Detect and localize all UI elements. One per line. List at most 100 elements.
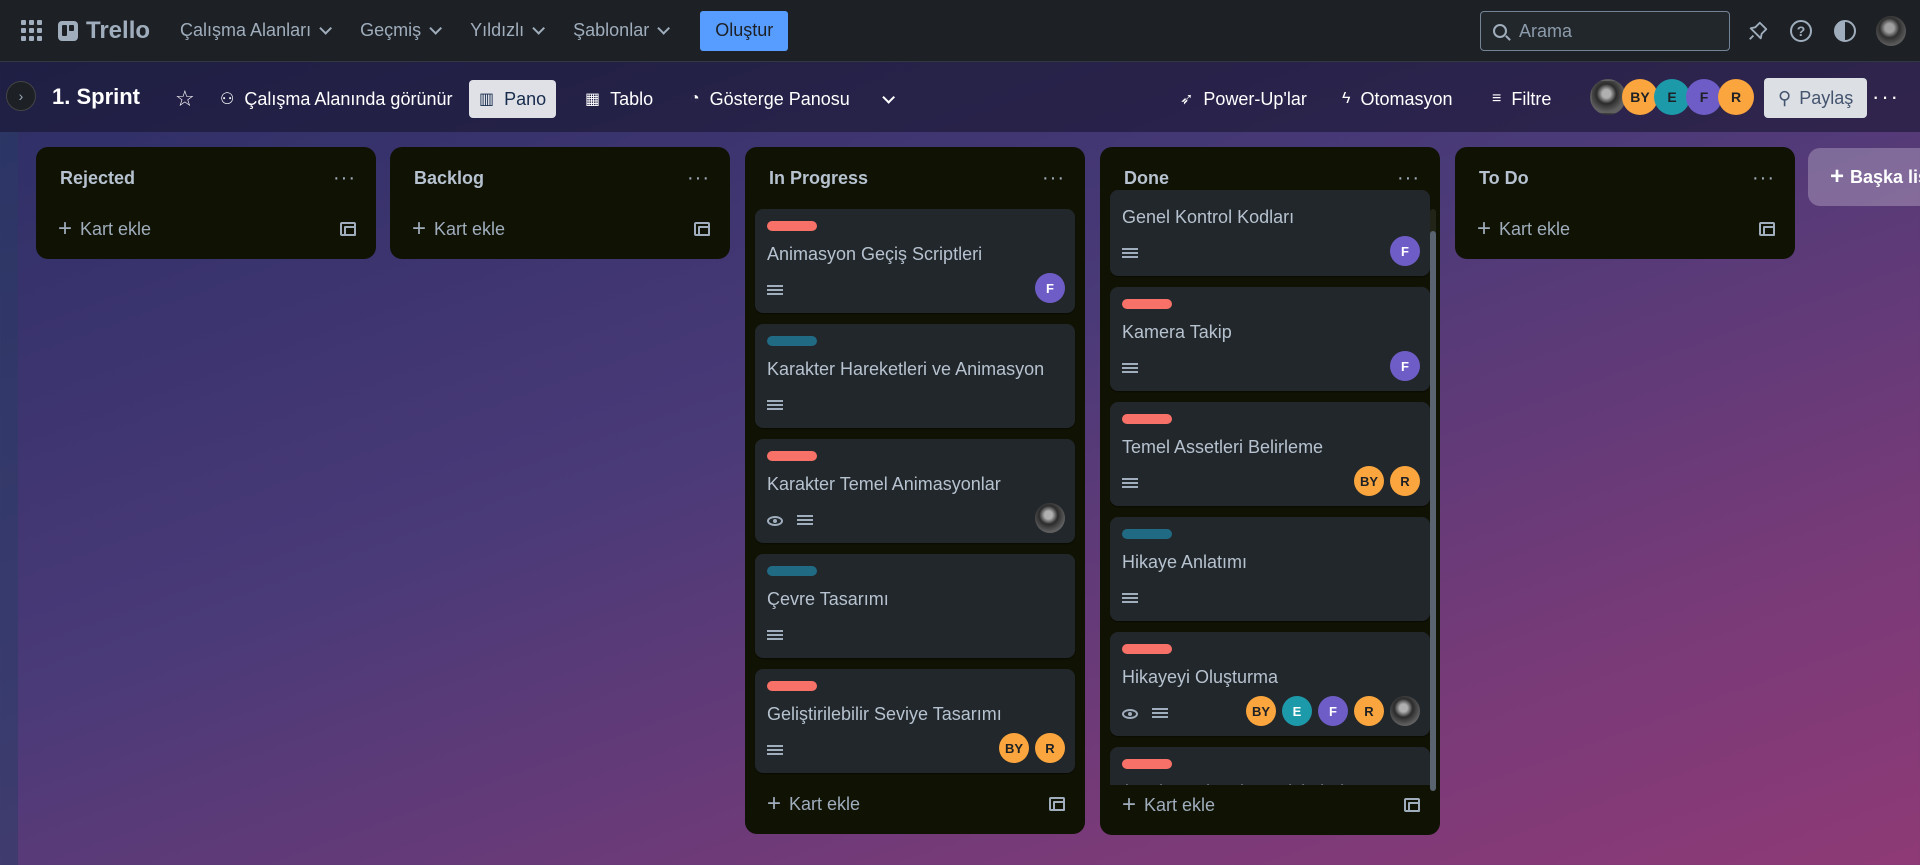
account-avatar[interactable]	[1876, 16, 1906, 46]
nav-workspaces[interactable]: Çalışma Alanları	[168, 13, 340, 49]
card[interactable]: Hikayeyi Oluşturma BY E F R	[1110, 632, 1430, 736]
share-button[interactable]: ⚲ Paylaş	[1764, 78, 1868, 118]
card[interactable]: Geliştirilebilir Seviye Tasarımı BY R	[755, 669, 1075, 773]
list-backlog[interactable]: Backlog ··· + Kart ekle	[390, 147, 730, 259]
card[interactable]: Hikaye Anlatımı	[1110, 517, 1430, 621]
card-label[interactable]	[767, 566, 817, 576]
member-avatar[interactable]	[1390, 696, 1420, 726]
bell-icon[interactable]	[1745, 18, 1771, 44]
automation-button[interactable]: ϟ Otomasyon	[1332, 80, 1463, 118]
board-member-avatar[interactable]: E	[1654, 79, 1690, 115]
search-input[interactable]	[1519, 20, 1709, 42]
board-member-avatar[interactable]: F	[1686, 79, 1722, 115]
member-avatar[interactable]	[1035, 503, 1065, 533]
card-label[interactable]	[1122, 529, 1172, 539]
card[interactable]: Karakter Temel Animasyonlar	[755, 439, 1075, 543]
chevron-down-icon	[429, 22, 443, 35]
plus-icon: +	[1830, 163, 1845, 190]
theme-icon[interactable]	[1832, 18, 1858, 44]
filter-button[interactable]: ≡ Filtre	[1482, 80, 1561, 118]
card-label[interactable]	[1122, 759, 1172, 769]
list-title[interactable]: To Do	[1479, 168, 1529, 189]
list-title[interactable]: Done	[1124, 168, 1169, 189]
list-menu-icon[interactable]: ···	[333, 167, 356, 190]
member-avatar[interactable]: E	[1282, 696, 1312, 726]
card-template-icon[interactable]	[694, 222, 710, 236]
apps-grid-icon[interactable]	[18, 18, 44, 44]
scrollbar-thumb[interactable]	[1430, 231, 1436, 791]
add-card-button[interactable]: + Kart ekle	[46, 209, 366, 249]
member-avatar[interactable]: BY	[1246, 696, 1276, 726]
tab-dashboard[interactable]: ◔ Gösterge Panosu	[680, 80, 860, 118]
help-icon[interactable]: ?	[1788, 18, 1814, 44]
list-rejected[interactable]: Rejected ··· + Kart ekle	[36, 147, 376, 259]
list-menu-icon[interactable]: ···	[1752, 167, 1775, 190]
tab-board[interactable]: ▥ Pano	[469, 80, 557, 118]
member-avatar[interactable]: F	[1035, 273, 1065, 303]
list-done[interactable]: Done ··· Genel Kontrol Kodları F Kamera Taki…	[1100, 147, 1440, 835]
card-label[interactable]	[767, 221, 817, 231]
search-box[interactable]	[1480, 11, 1730, 51]
card-label[interactable]	[1122, 644, 1172, 654]
card-label[interactable]	[767, 336, 817, 346]
board-member-avatar[interactable]: BY	[1622, 79, 1658, 115]
card-template-icon[interactable]	[1404, 798, 1420, 812]
card[interactable]: Kamera Takip F	[1110, 287, 1430, 391]
card[interactable]: Temel Assetleri Belirleme BY R	[1110, 402, 1430, 506]
visibility-button[interactable]: ⚇ Çalışma Alanında görünür	[210, 80, 462, 118]
list-scrollbar[interactable]	[1430, 209, 1436, 791]
nav-recent[interactable]: Geçmiş	[348, 13, 450, 49]
card[interactable]: Çevre Tasarımı	[755, 554, 1075, 658]
list-in-progress[interactable]: In Progress ··· Animasyon Geçiş Scriptleri…	[745, 147, 1085, 834]
board-member-avatar[interactable]	[1590, 79, 1626, 115]
card-label[interactable]	[1122, 299, 1172, 309]
list-header[interactable]: In Progress ···	[755, 147, 1075, 209]
list-title[interactable]: Rejected	[60, 168, 135, 189]
card[interactable]: Animasyon Geçiş Scriptleri F	[755, 209, 1075, 313]
more-views-button[interactable]	[872, 80, 901, 118]
tab-table[interactable]: ▦ Tablo	[575, 80, 663, 118]
member-avatar[interactable]: R	[1035, 733, 1065, 763]
card[interactable]: (Başlangıç) Sahne ÇizimleriE	[1110, 747, 1430, 785]
member-avatar[interactable]: F	[1390, 236, 1420, 266]
list-to-do[interactable]: To Do ··· + Kart ekle	[1455, 147, 1795, 259]
list-title[interactable]: In Progress	[769, 168, 868, 189]
card-label[interactable]	[767, 681, 817, 691]
trello-logo[interactable]: Trello	[58, 17, 150, 45]
card-label[interactable]	[1122, 414, 1172, 424]
list-header[interactable]: Backlog ···	[400, 147, 720, 209]
list-menu-icon[interactable]: ···	[1397, 167, 1420, 190]
add-card-button[interactable]: + Kart ekle	[755, 784, 1075, 824]
board-member-avatar[interactable]: R	[1718, 79, 1754, 115]
member-avatar[interactable]: BY	[1354, 466, 1384, 496]
board-title[interactable]: 1. Sprint	[52, 84, 140, 110]
more-menu-icon[interactable]: ···	[1872, 84, 1900, 110]
card[interactable]: Karakter Hareketleri ve Animasyon	[755, 324, 1075, 428]
card-template-icon[interactable]	[1759, 222, 1775, 236]
list-header[interactable]: Rejected ···	[46, 147, 366, 209]
sidebar-expand-icon[interactable]: ›	[6, 81, 36, 111]
power-ups-label: Power-Up'lar	[1203, 88, 1307, 109]
member-avatar[interactable]: F	[1390, 351, 1420, 381]
member-avatar[interactable]: R	[1354, 696, 1384, 726]
add-card-button[interactable]: + Kart ekle	[1110, 785, 1430, 825]
card[interactable]: Genel Kontrol Kodları F	[1110, 190, 1430, 276]
power-ups-button[interactable]: ➶ Power-Up'lar	[1170, 80, 1317, 118]
add-card-button[interactable]: + Kart ekle	[1465, 209, 1785, 249]
card-template-icon[interactable]	[340, 222, 356, 236]
card-label[interactable]	[767, 451, 817, 461]
create-button[interactable]: Oluştur	[700, 10, 789, 51]
nav-templates[interactable]: Şablonlar	[561, 13, 678, 49]
list-menu-icon[interactable]: ···	[687, 167, 710, 190]
member-avatar[interactable]: F	[1318, 696, 1348, 726]
card-template-icon[interactable]	[1049, 797, 1065, 811]
list-header[interactable]: To Do ···	[1465, 147, 1785, 209]
member-avatar[interactable]: BY	[999, 733, 1029, 763]
member-avatar[interactable]: R	[1390, 466, 1420, 496]
add-card-button[interactable]: + Kart ekle	[400, 209, 720, 249]
star-board-button[interactable]: ☆	[165, 80, 205, 118]
add-another-list-button[interactable]: + Başka lis	[1808, 148, 1920, 206]
list-menu-icon[interactable]: ···	[1042, 167, 1065, 190]
list-title[interactable]: Backlog	[414, 168, 484, 189]
nav-starred[interactable]: Yıldızlı	[458, 13, 553, 49]
